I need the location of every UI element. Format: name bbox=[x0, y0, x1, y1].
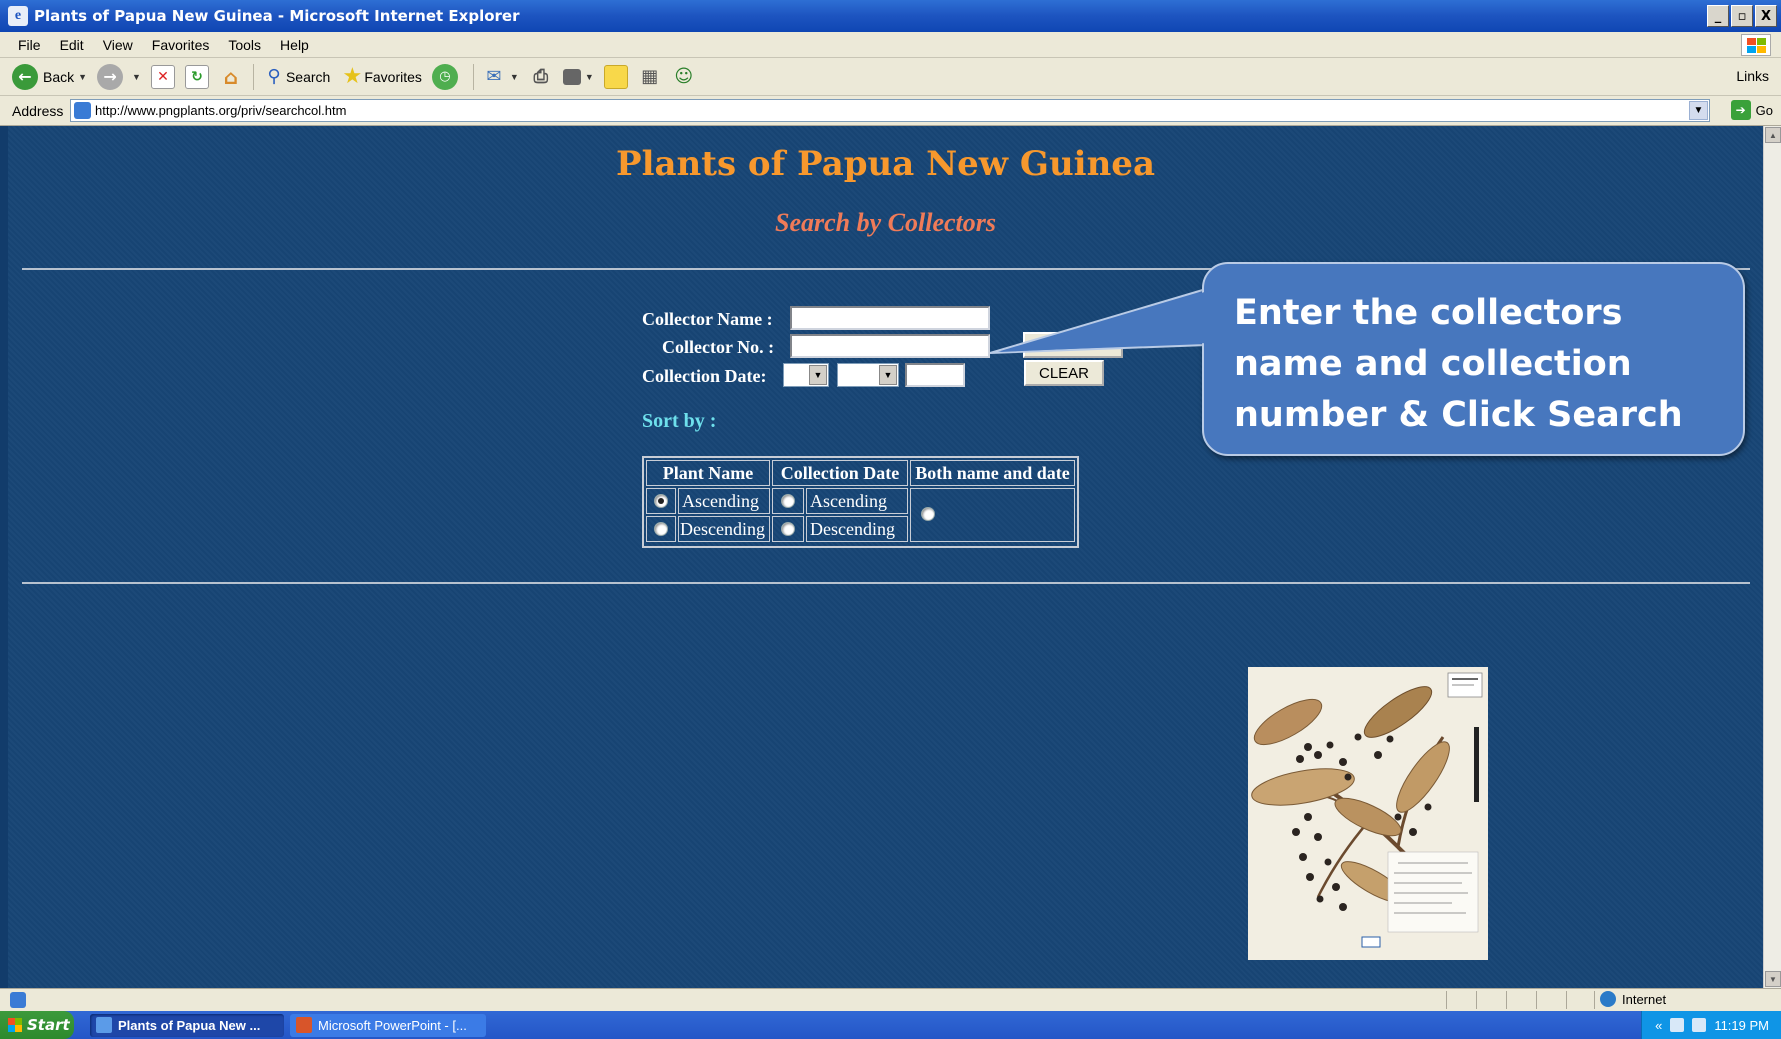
start-label: Start bbox=[27, 1016, 70, 1034]
callout-pointer-cover bbox=[1000, 291, 1208, 352]
system-tray: « 11:19 PM bbox=[1641, 1011, 1781, 1039]
taskbar-item-ie[interactable]: Plants of Papua New ... bbox=[90, 1014, 284, 1037]
tray-expand-button[interactable]: « bbox=[1655, 1018, 1662, 1033]
security-zone: Internet bbox=[1600, 991, 1666, 1007]
task-label: Plants of Papua New ... bbox=[118, 1018, 261, 1033]
clock[interactable]: 11:19 PM bbox=[1714, 1018, 1769, 1033]
status-pane bbox=[1476, 991, 1477, 1009]
display-icon[interactable] bbox=[1692, 1018, 1707, 1032]
globe-icon bbox=[1600, 991, 1616, 1007]
page-status-icon bbox=[10, 992, 26, 1008]
taskbar: Start Plants of Papua New ... Microsoft … bbox=[0, 1011, 1781, 1039]
status-pane bbox=[1566, 991, 1567, 1009]
windows-flag-icon bbox=[8, 1018, 22, 1032]
status-pane bbox=[1536, 991, 1537, 1009]
status-pane bbox=[1506, 991, 1507, 1009]
start-button[interactable]: Start bbox=[0, 1011, 74, 1039]
zone-label: Internet bbox=[1622, 991, 1667, 1007]
task-label: Microsoft PowerPoint - [... bbox=[318, 1018, 467, 1033]
network-icon[interactable] bbox=[1670, 1018, 1685, 1032]
ie-task-icon bbox=[96, 1017, 112, 1033]
status-pane bbox=[1446, 991, 1447, 1009]
status-pane bbox=[1594, 991, 1595, 1009]
taskbar-item-powerpoint[interactable]: Microsoft PowerPoint - [... bbox=[290, 1014, 486, 1037]
status-bar: Internet bbox=[0, 988, 1781, 1011]
powerpoint-task-icon bbox=[296, 1017, 312, 1033]
